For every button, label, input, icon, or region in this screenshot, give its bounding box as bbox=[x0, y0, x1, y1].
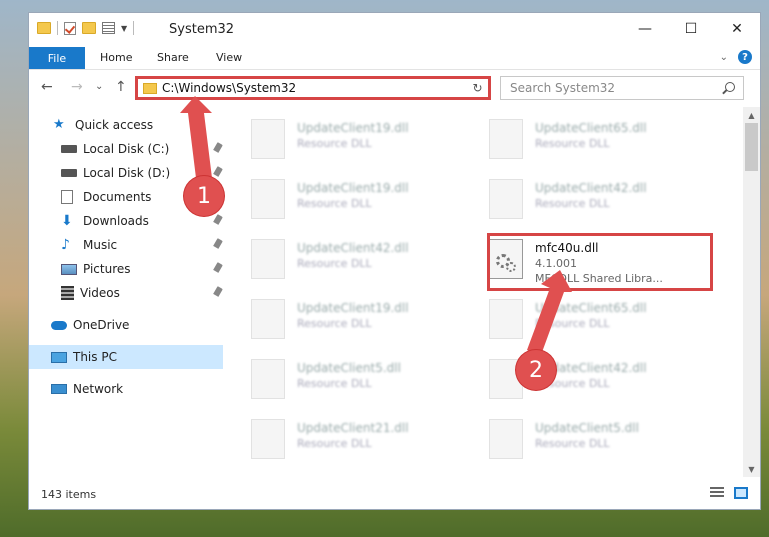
step-marker-2: 2 bbox=[516, 350, 556, 390]
arrow-to-address-bar bbox=[180, 96, 212, 178]
arrow-to-file bbox=[527, 270, 572, 355]
step-marker-1: 1 bbox=[184, 176, 224, 216]
annotation-arrows bbox=[180, 96, 572, 355]
